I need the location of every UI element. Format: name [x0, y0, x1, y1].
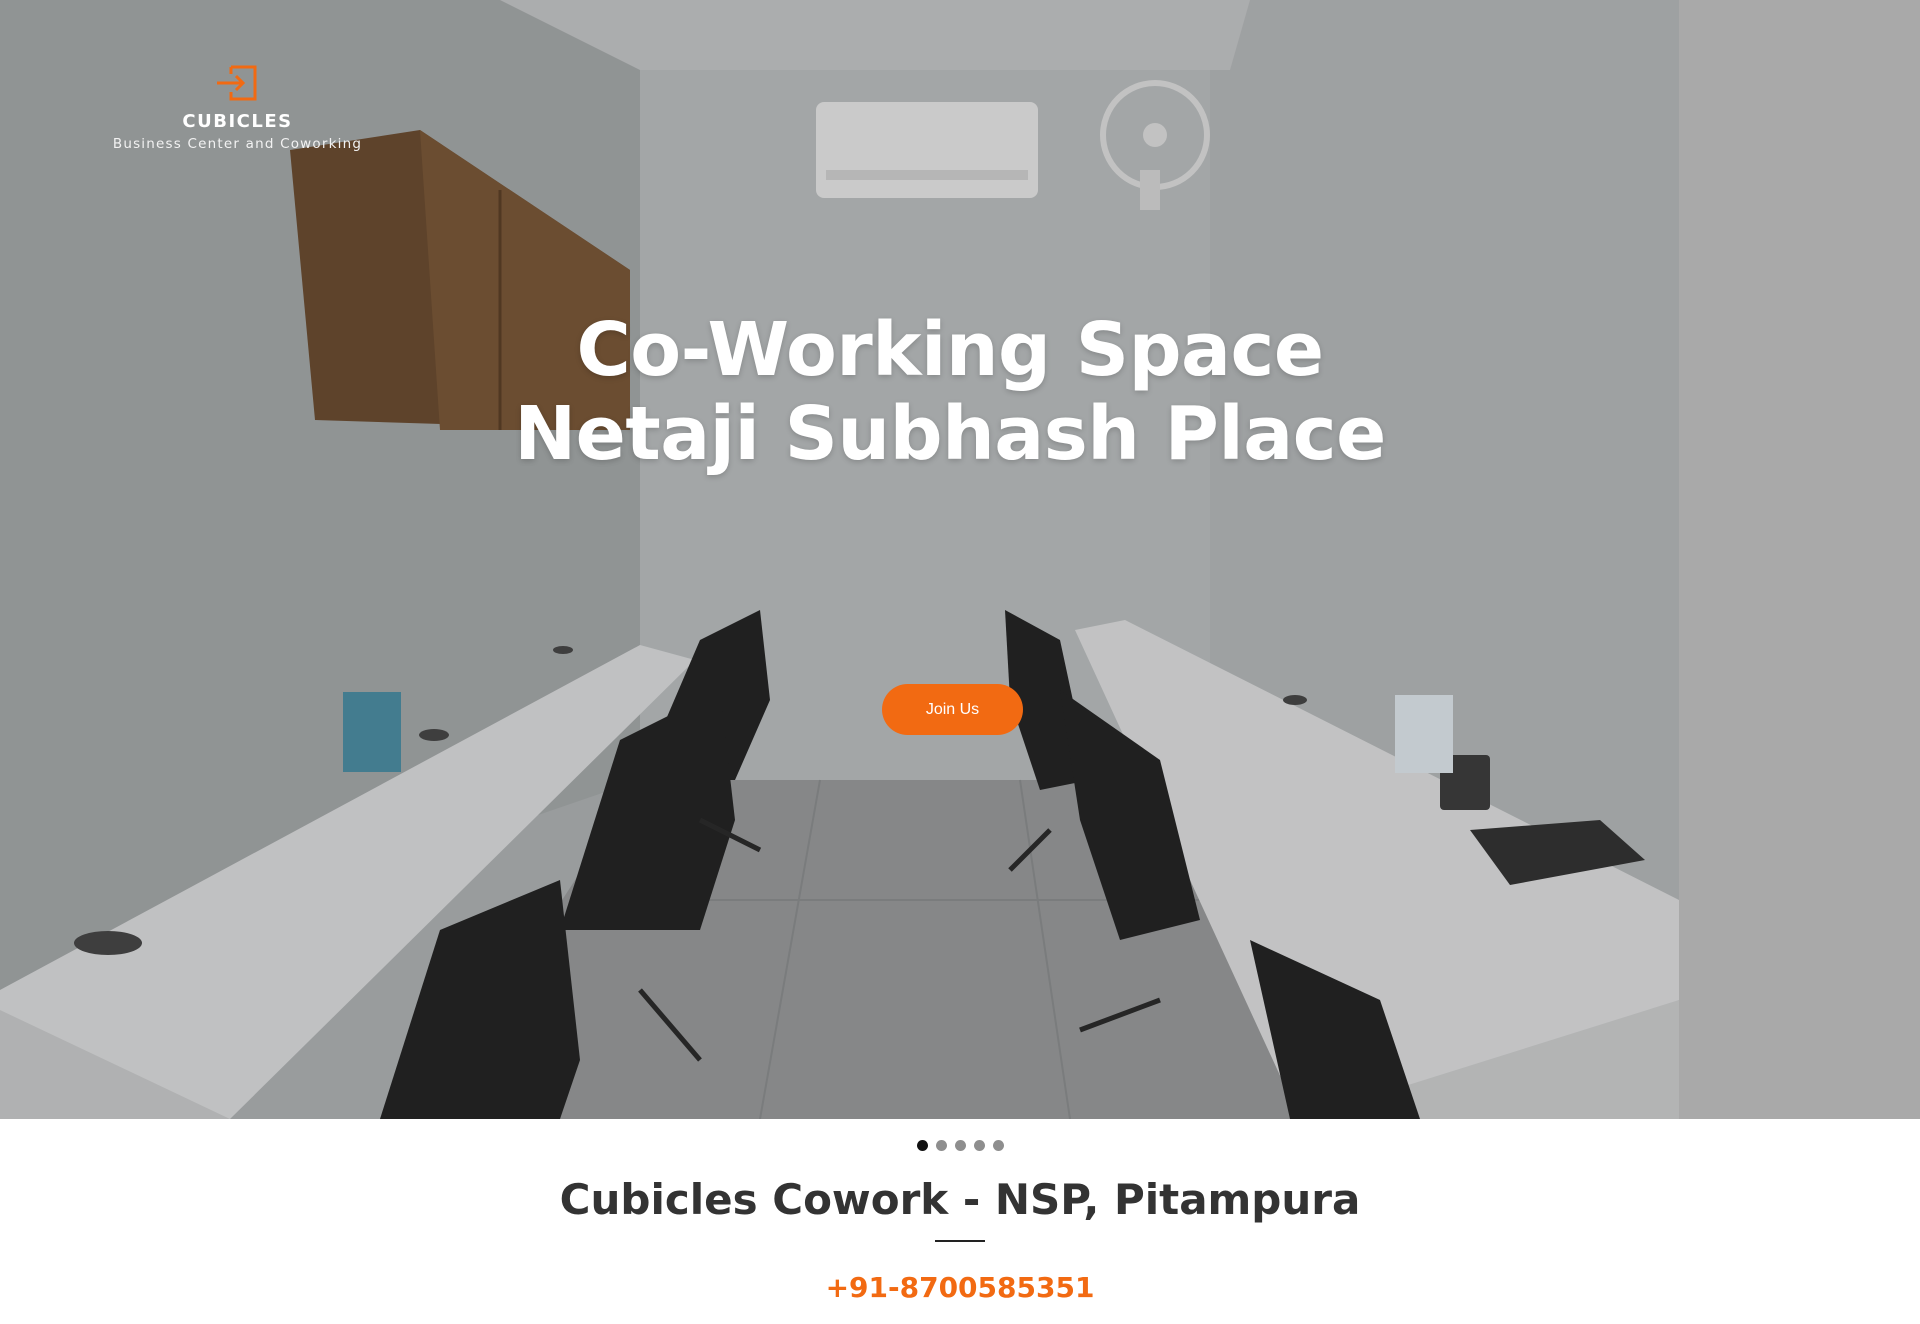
logo-title: CUBICLES [182, 111, 293, 132]
slider-dot-2[interactable] [935, 1140, 947, 1151]
join-us-button[interactable]: Join Us [882, 684, 1023, 735]
hero-headline-line2: Netaji Subhash Place [514, 391, 1386, 477]
slider-dot-5[interactable] [992, 1140, 1004, 1151]
logo-subtitle: Business Center and Coworking [112, 136, 363, 152]
phone-link[interactable]: +91-8700585351 [0, 1268, 1920, 1308]
hero-overlay [0, 0, 1679, 1119]
slider-dot-1[interactable] [916, 1140, 928, 1151]
hero-headline: Co-Working Space Netaji Subhash Place [440, 308, 1460, 476]
hero-headline-line1: Co-Working Space [576, 307, 1324, 393]
slider-dot-4[interactable] [973, 1140, 985, 1151]
site-logo[interactable]: CUBICLES Business Center and Coworking [100, 62, 375, 154]
slider-dot-3[interactable] [954, 1140, 966, 1151]
title-divider [935, 1240, 985, 1242]
location-title: Cubicles Cowork - NSP, Pitampura [559, 1175, 1361, 1224]
hero-slider: CUBICLES Business Center and Coworking C… [0, 0, 1920, 1119]
hero-side-panel [1679, 0, 1920, 1119]
login-arrow-icon [216, 65, 256, 101]
slider-pagination [0, 1138, 1920, 1156]
